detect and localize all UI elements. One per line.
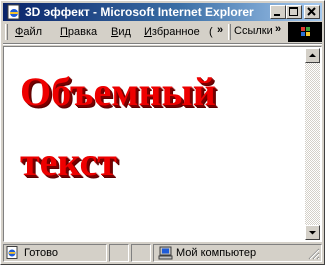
windows-logo-icon xyxy=(301,27,310,36)
zone-text: Мой компьютер xyxy=(176,247,257,259)
title-bar[interactable]: 3D эффект - Microsoft Internet Explorer xyxy=(3,3,322,21)
close-icon xyxy=(307,7,316,16)
scroll-up-button[interactable] xyxy=(305,48,320,63)
status-pane-main: Готово xyxy=(3,244,107,262)
content-frame: Объемный текст xyxy=(3,46,322,242)
close-button[interactable] xyxy=(304,5,320,19)
minimize-icon xyxy=(274,14,280,16)
resize-grip-icon[interactable] xyxy=(308,248,320,260)
status-bar: Готово Мой компьютер xyxy=(3,244,322,262)
status-pane-3 xyxy=(131,244,151,262)
menu-file[interactable]: Файл xyxy=(15,25,42,39)
links-label[interactable]: Ссылки xyxy=(234,24,273,38)
menu-view[interactable]: Вид xyxy=(111,25,131,39)
links-grip[interactable] xyxy=(228,24,231,40)
window-title: 3D эффект - Microsoft Internet Explorer xyxy=(25,5,254,19)
menu-favorites[interactable]: Избранное xyxy=(144,25,200,39)
arrow-down-icon xyxy=(309,231,316,235)
maximize-button[interactable] xyxy=(286,5,302,19)
menu-grip[interactable] xyxy=(5,24,8,40)
menu-file-rest: айл xyxy=(23,26,43,38)
scroll-down-button[interactable] xyxy=(305,225,320,240)
toolbar-separator xyxy=(3,43,322,45)
heading-line-1: Объемный xyxy=(20,69,216,114)
status-pane-2 xyxy=(109,244,129,262)
ie-throbber xyxy=(288,22,322,42)
status-text: Готово xyxy=(24,247,58,259)
links-more-chevron[interactable]: » xyxy=(275,23,281,35)
ie-page-status-icon xyxy=(6,246,18,259)
my-computer-icon xyxy=(158,246,173,260)
menu-more-chevron[interactable]: » xyxy=(217,24,223,36)
ie-page-icon[interactable] xyxy=(6,4,22,20)
menu-edit[interactable]: Правка xyxy=(60,25,97,39)
heading-line-2: текст xyxy=(20,139,117,184)
vertical-scrollbar[interactable] xyxy=(305,48,320,240)
menu-tools-partial[interactable]: ( xyxy=(209,25,213,39)
arrow-up-icon xyxy=(309,53,316,57)
maximize-icon xyxy=(289,7,298,16)
minimize-button[interactable] xyxy=(270,5,286,19)
browser-window: 3D эффект - Microsoft Internet Explorer … xyxy=(0,0,325,265)
page-content: Объемный текст xyxy=(5,48,305,240)
status-pane-zone: Мой компьютер xyxy=(153,244,322,262)
